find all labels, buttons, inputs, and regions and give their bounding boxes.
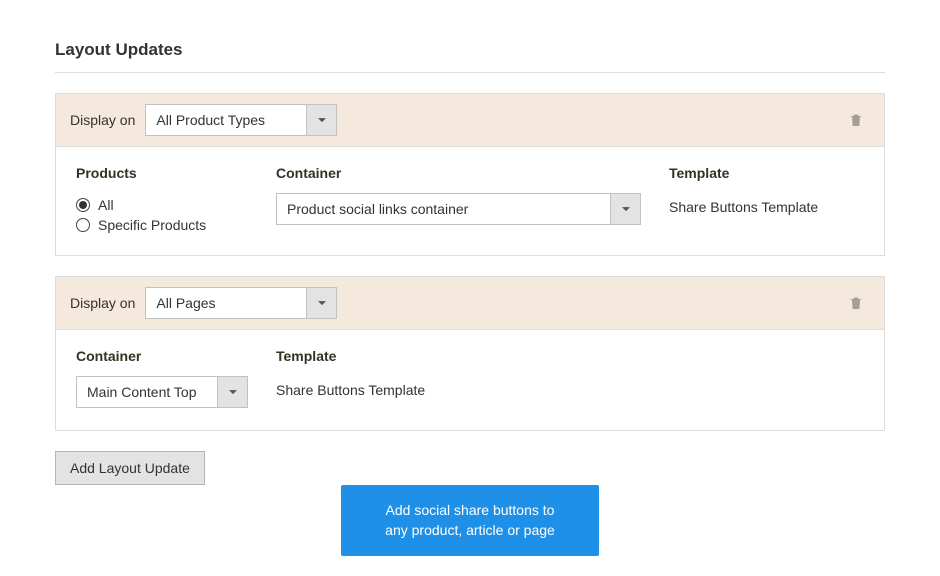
- trash-icon[interactable]: [848, 295, 864, 311]
- update-body: Products All Specific Products Container…: [56, 147, 884, 255]
- radio-specific[interactable]: Specific Products: [76, 217, 276, 233]
- display-on-select[interactable]: All Product Types: [145, 104, 337, 136]
- update-header: Display on All Pages: [56, 277, 884, 330]
- display-on-select-value: All Product Types: [146, 105, 306, 135]
- radio-all[interactable]: All: [76, 197, 276, 213]
- template-value: Share Buttons Template: [669, 193, 864, 215]
- chevron-down-icon: [306, 288, 336, 318]
- container-label: Container: [76, 348, 276, 364]
- display-on-label: Display on: [70, 112, 135, 128]
- radio-all-label: All: [98, 197, 114, 213]
- display-on-select[interactable]: All Pages: [145, 287, 337, 319]
- template-label: Template: [669, 165, 864, 181]
- container-select[interactable]: Main Content Top: [76, 376, 248, 408]
- update-header: Display on All Product Types: [56, 94, 884, 147]
- layout-update-block: Display on All Pages Container Main Cont…: [55, 276, 885, 431]
- section-title: Layout Updates: [55, 40, 885, 73]
- radio-circle-unchecked: [76, 218, 90, 232]
- display-on-select-value: All Pages: [146, 288, 306, 318]
- container-select-value: Product social links container: [277, 194, 610, 224]
- template-value: Share Buttons Template: [276, 376, 864, 398]
- chevron-down-icon: [217, 377, 247, 407]
- callout-line1: Add social share buttons to: [369, 501, 571, 521]
- promo-callout: Add social share buttons to any product,…: [341, 485, 599, 556]
- chevron-down-icon: [306, 105, 336, 135]
- update-body: Container Main Content Top Template Shar…: [56, 330, 884, 430]
- callout-line2: any product, article or page: [369, 521, 571, 541]
- chevron-down-icon: [610, 194, 640, 224]
- radio-circle-checked: [76, 198, 90, 212]
- products-radio-group: All Specific Products: [76, 193, 276, 233]
- display-on-label: Display on: [70, 295, 135, 311]
- radio-specific-label: Specific Products: [98, 217, 206, 233]
- template-label: Template: [276, 348, 864, 364]
- products-label: Products: [76, 165, 276, 181]
- container-label: Container: [276, 165, 641, 181]
- container-select-value: Main Content Top: [77, 377, 217, 407]
- footer: Add Layout Update Add social share butto…: [55, 451, 885, 485]
- layout-update-block: Display on All Product Types Products Al…: [55, 93, 885, 256]
- add-layout-update-button[interactable]: Add Layout Update: [55, 451, 205, 485]
- trash-icon[interactable]: [848, 112, 864, 128]
- container-select[interactable]: Product social links container: [276, 193, 641, 225]
